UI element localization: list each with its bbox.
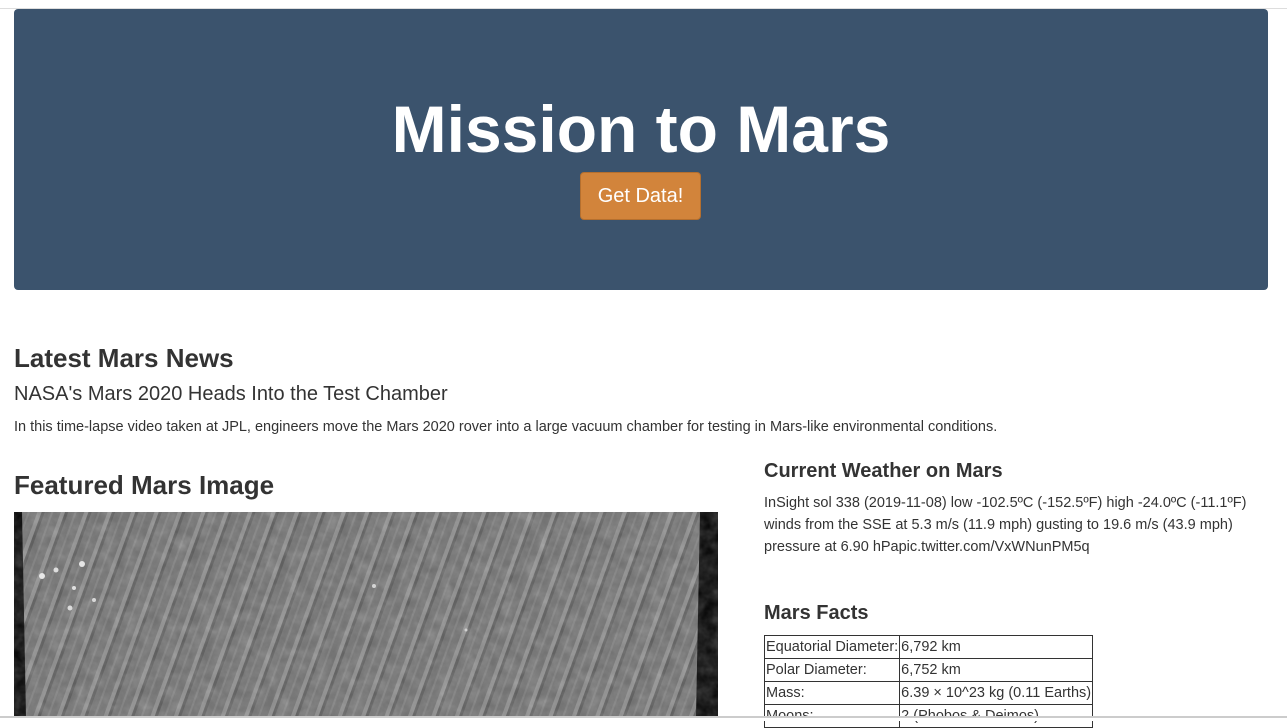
featured-image-heading: Featured Mars Image (14, 470, 275, 500)
fact-label: Polar Diameter: (763, 658, 901, 682)
mars-facts-table: Equatorial Diameter: 6,792 km Polar Diam… (763, 635, 1094, 728)
bottom-divider (0, 716, 1287, 718)
featured-mars-image (14, 512, 718, 716)
fact-value: 6.39 × 10^23 kg (0.11 Earths) (899, 681, 1094, 705)
weather-text: InSight sol 338 (2019-11-08) low -102.5º… (764, 495, 1247, 555)
get-data-button[interactable]: Get Data! (580, 172, 701, 220)
header-jumbotron: Mission to Mars Get Data! (14, 9, 1268, 290)
mars-dunes-image (14, 512, 718, 716)
fact-label: Equatorial Diameter: (763, 635, 901, 659)
table-row: Equatorial Diameter: 6,792 km (763, 635, 1094, 659)
page-title: Mission to Mars (391, 92, 891, 166)
news-paragraph: In this time-lapse video taken at JPL, e… (14, 419, 998, 435)
fact-value: 6,792 km (899, 635, 1094, 659)
fact-label: Mass: (763, 681, 901, 705)
news-title: NASA's Mars 2020 Heads Into the Test Cha… (14, 383, 448, 405)
table-row: Polar Diameter: 6,752 km (763, 658, 1094, 682)
news-heading: Latest Mars News (14, 343, 234, 373)
facts-heading: Mars Facts (764, 602, 869, 624)
table-row: Mass: 6.39 × 10^23 kg (0.11 Earths) (763, 681, 1094, 705)
fact-value: 6,752 km (899, 658, 1094, 682)
weather-heading: Current Weather on Mars (764, 460, 1003, 482)
